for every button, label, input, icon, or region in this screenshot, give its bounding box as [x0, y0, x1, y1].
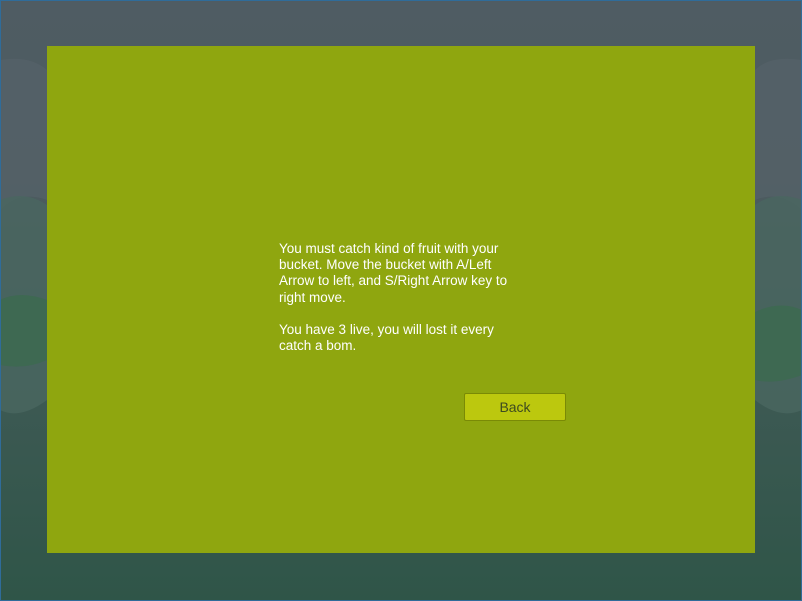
instructions-paragraph-lives: You have 3 live, you will lost it every …	[279, 321, 494, 354]
instructions-text: You must catch kind of fruit with your b…	[279, 241, 529, 370]
right-bush	[755, 305, 802, 382]
instructions-panel: You must catch kind of fruit with your b…	[47, 46, 755, 553]
left-bush	[0, 295, 47, 367]
right-tree-top	[755, 58, 802, 210]
back-button[interactable]: Back	[464, 393, 566, 421]
instructions-paragraph-controls: You must catch kind of fruit with your b…	[279, 241, 508, 305]
left-tree-top	[0, 58, 47, 210]
